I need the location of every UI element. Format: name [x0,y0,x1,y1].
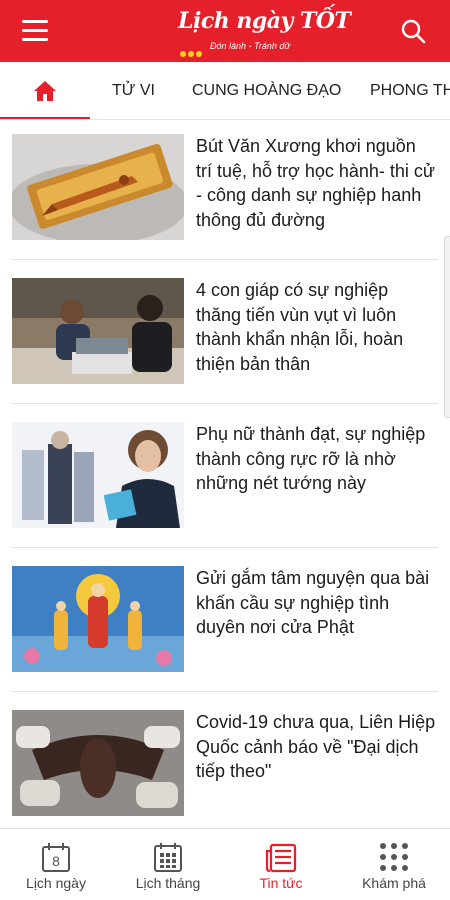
logo-text: Lịch ngày TỐT [178,8,351,34]
list-item[interactable]: Phụ nữ thành đạt, sự nghiệp thành công r… [12,408,438,528]
nav-lich-thang[interactable]: Lịch tháng [112,829,224,900]
article-thumbnail [12,278,184,384]
logo-tagline: Đón lành - Tránh dữ [210,41,291,51]
divider [12,691,438,692]
nav-lich-ngay[interactable]: 8 Lịch ngày [0,829,112,900]
nav-kham-pha[interactable]: Khám phá [338,829,450,900]
divider [12,259,438,260]
calendar-month-icon [154,843,182,872]
list-item[interactable]: Covid-19 chưa qua, Liên Hiệp Quốc cảnh b… [12,696,438,816]
tab-cung-hoang-dao[interactable]: CUNG HOÀNG ĐẠO [192,62,341,119]
article-title[interactable]: Phụ nữ thành đạt, sự nghiệp thành công r… [196,422,436,496]
search-icon[interactable] [400,18,426,44]
bottom-navigation: 8 Lịch ngày Lịch tháng Tin tức Khám phá [0,828,450,900]
category-tabs: TỬ VI CUNG HOÀNG ĐẠO PHONG THỦY [0,62,450,120]
nav-label: Khám phá [362,875,426,891]
tab-home[interactable] [0,62,90,119]
nav-label: Lịch ngày [26,875,86,891]
article-title[interactable]: Bút Văn Xương khơi nguồn trí tuệ, hỗ trợ… [196,134,436,232]
article-title[interactable]: Covid-19 chưa qua, Liên Hiệp Quốc cảnh b… [196,710,436,784]
logo-dots [180,44,204,62]
article-title[interactable]: 4 con giáp có sự nghiệp thăng tiến vùn v… [196,278,436,376]
article-thumbnail [12,710,184,816]
menu-icon[interactable] [22,20,48,42]
nav-tin-tuc[interactable]: Tin tức [225,829,337,900]
app-logo[interactable]: Lịch ngày TỐT Đón lành - Tránh dữ [178,8,351,57]
home-icon [34,81,56,101]
article-thumbnail [12,422,184,528]
list-item[interactable]: 4 con giáp có sự nghiệp thăng tiến vùn v… [12,264,438,384]
list-item[interactable]: Gửi gắm tâm nguyện qua bài khấn cầu sự n… [12,552,438,672]
article-thumbnail [12,566,184,672]
calendar-day-number: 8 [52,853,60,869]
tab-tu-vi[interactable]: TỬ VI [112,62,155,119]
divider [12,403,438,404]
news-icon [265,843,297,873]
article-thumbnail [12,134,184,240]
list-item[interactable]: Bút Văn Xương khơi nguồn trí tuệ, hỗ trợ… [12,120,438,240]
app-header: Lịch ngày TỐT Đón lành - Tránh dữ [0,0,450,62]
grid-dots-icon [380,843,408,871]
tab-phong-thuy[interactable]: PHONG THỦY [370,62,450,119]
nav-label: Tin tức [259,875,303,891]
article-title[interactable]: Gửi gắm tâm nguyện qua bài khấn cầu sự n… [196,566,436,640]
calendar-day-icon: 8 [42,843,70,872]
divider [12,547,438,548]
nav-label: Lịch tháng [135,875,201,891]
scrollbar[interactable] [444,236,450,418]
